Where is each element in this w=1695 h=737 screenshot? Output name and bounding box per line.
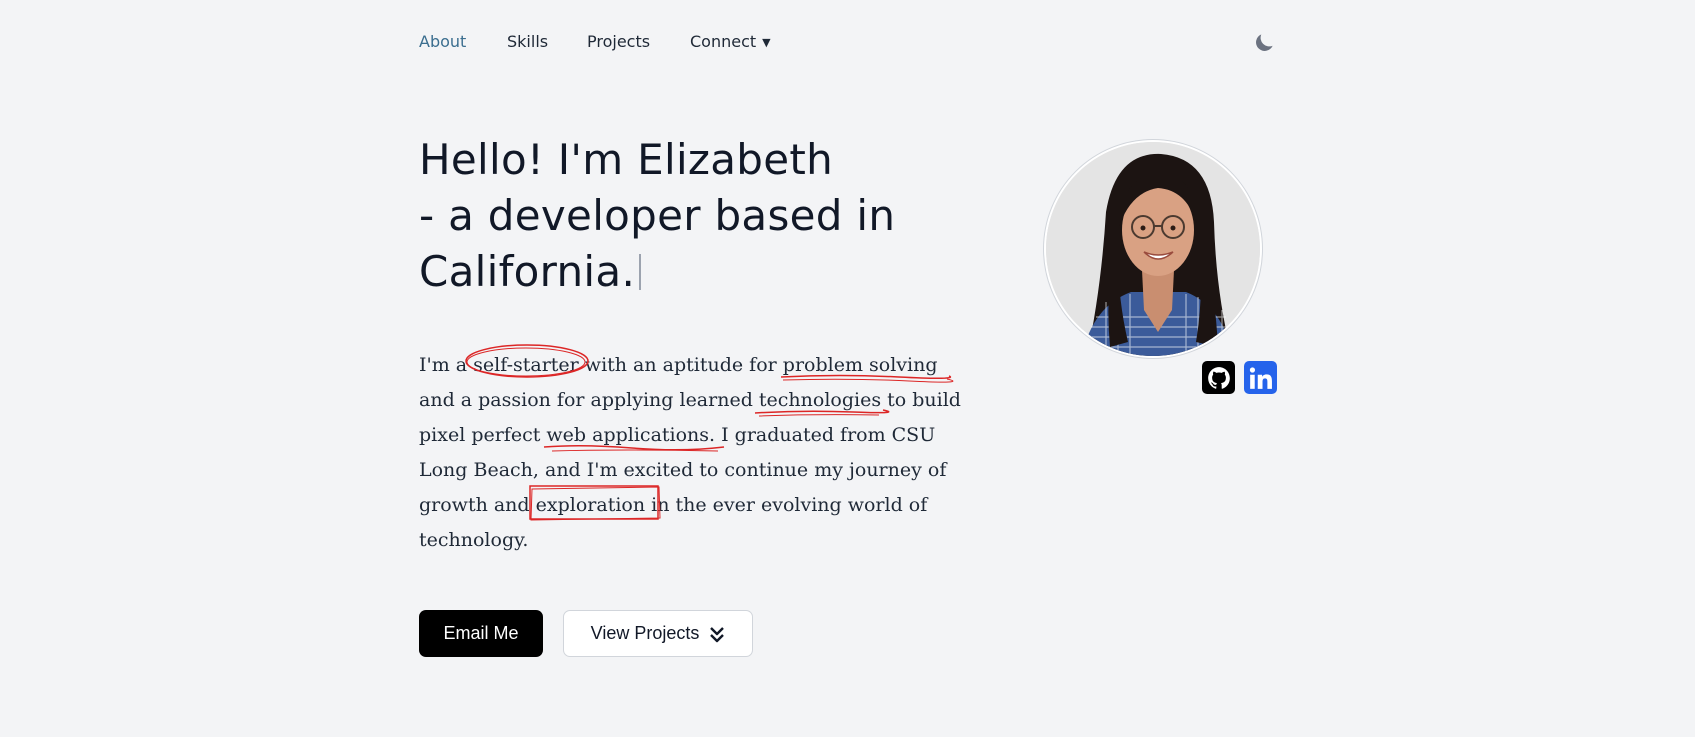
bio-text: . I graduated from CSU xyxy=(709,424,936,446)
hero-bio: I'm a self-starter with an aptitude for … xyxy=(419,344,999,558)
email-me-label: Email Me xyxy=(443,623,519,643)
bio-text: growth and xyxy=(419,494,536,516)
profile-illustration xyxy=(1046,142,1260,356)
moon-icon xyxy=(1256,34,1273,51)
bio-line: growth and exploration in the ever evolv… xyxy=(419,485,999,523)
view-projects-button[interactable]: View Projects xyxy=(563,610,753,657)
bio-line: pixel perfect web applications. I gradua… xyxy=(419,418,999,453)
caret-down-icon: ▼ xyxy=(762,36,771,49)
nav-skills[interactable]: Skills xyxy=(507,32,548,51)
nav-about[interactable]: About xyxy=(419,32,466,51)
double-chevron-down-icon xyxy=(710,626,725,642)
highlight-circled: self-starter xyxy=(465,344,589,383)
headline-line-3-text: California. xyxy=(419,247,636,296)
page-container: About Skills Projects Connect ▼ Hello! I'… xyxy=(419,0,1277,737)
bio-highlight-text: exploration xyxy=(535,494,646,516)
bio-text: technology. xyxy=(419,529,529,551)
email-me-button[interactable]: Email Me xyxy=(419,610,543,657)
nav-connect-dropdown[interactable]: Connect ▼ xyxy=(690,32,771,51)
linkedin-link[interactable] xyxy=(1244,361,1277,394)
headline-line-2: - a developer based in xyxy=(419,191,896,240)
github-icon xyxy=(1207,366,1230,389)
nav-connect-label: Connect xyxy=(690,32,757,51)
typing-cursor xyxy=(639,254,642,290)
hero-headline: Hello! I'm Elizabeth - a developer based… xyxy=(419,132,979,300)
bio-text: I'm a xyxy=(419,354,474,376)
headline-line-3: California. xyxy=(419,244,979,300)
bio-highlight-text: self-starter xyxy=(473,354,579,376)
bio-line: technology. xyxy=(419,523,999,558)
highlight-underlined: technologies xyxy=(754,383,890,418)
bio-highlight-text: technologies xyxy=(758,389,882,411)
nav-projects[interactable]: Projects xyxy=(587,32,650,51)
bio-line: Long Beach, and I'm excited to continue … xyxy=(419,453,999,488)
top-nav: About Skills Projects Connect ▼ xyxy=(419,30,1277,56)
highlight-underlined: problem solving xyxy=(780,348,954,383)
bio-line: and a passion for applying learned techn… xyxy=(419,383,999,418)
bio-text: to build xyxy=(881,389,961,411)
bio-text: pixel perfect xyxy=(419,424,547,446)
bio-text: Long Beach, and I'm excited to continue … xyxy=(419,459,947,481)
profile-photo xyxy=(1044,140,1262,358)
linkedin-icon xyxy=(1249,366,1272,389)
github-link[interactable] xyxy=(1202,361,1235,394)
bio-text: in the ever evolving world of xyxy=(645,494,928,516)
headline-line-1: Hello! I'm Elizabeth xyxy=(419,135,834,184)
theme-toggle-button[interactable] xyxy=(1251,30,1277,56)
bio-highlight-text: problem solving xyxy=(782,354,938,376)
bio-text: with an aptitude for xyxy=(578,354,783,376)
highlight-underlined: web applications xyxy=(544,418,725,453)
highlight-boxed: exploration xyxy=(528,485,661,523)
view-projects-label: View Projects xyxy=(590,623,700,643)
bio-line: I'm a self-starter with an aptitude for … xyxy=(419,344,999,383)
bio-highlight-text: web applications xyxy=(546,424,710,446)
bio-text: and a passion for applying learned xyxy=(419,389,759,411)
